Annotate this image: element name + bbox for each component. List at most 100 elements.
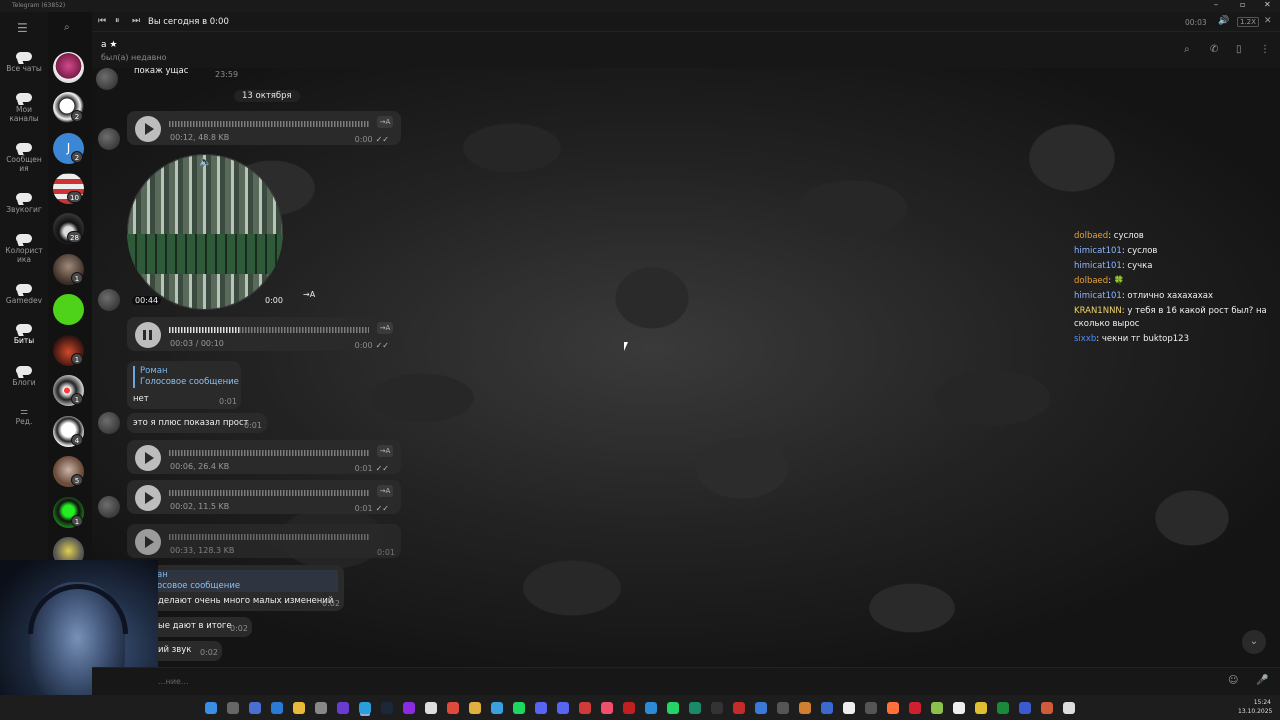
previous-track-icon[interactable]: ⏮	[98, 16, 106, 26]
taskbar-app-icon[interactable]	[821, 702, 833, 714]
taskbar-app-icon[interactable]	[491, 702, 503, 714]
taskbar-app-icon[interactable]	[909, 702, 921, 714]
taskbar-app-icon[interactable]	[1019, 702, 1031, 714]
taskbar-app-icon[interactable]	[799, 702, 811, 714]
next-track-icon[interactable]: ⏭	[132, 16, 140, 26]
waveform[interactable]	[169, 447, 369, 459]
chat-avatar[interactable]	[53, 52, 84, 83]
reply-quote[interactable]: ан осовое сообщение	[152, 570, 338, 592]
taskbar-app-icon[interactable]	[777, 702, 789, 714]
close-player-icon[interactable]: ✕	[1264, 16, 1272, 26]
taskbar-app-icon[interactable]	[579, 702, 591, 714]
search-icon[interactable]: ⌕	[64, 22, 70, 33]
taskbar-search-icon[interactable]	[227, 702, 239, 714]
steam-icon[interactable]	[381, 702, 393, 714]
folder-messages[interactable]: Сообщения	[0, 143, 48, 173]
waveform[interactable]	[169, 118, 369, 130]
transcribe-button[interactable]: →A	[377, 485, 393, 497]
pause-button[interactable]	[135, 322, 161, 348]
volume-icon[interactable]: 🔊	[1218, 16, 1229, 26]
transcribe-button[interactable]: →A	[377, 445, 393, 457]
taskbar-app-icon[interactable]	[557, 702, 569, 714]
folder-my-channels[interactable]: Мои каналы	[0, 93, 48, 123]
taskbar-app-icon[interactable]	[271, 702, 283, 714]
play-button[interactable]	[135, 445, 161, 471]
taskbar-app-icon[interactable]	[403, 702, 415, 714]
folder-sound[interactable]: Звукогиг	[0, 193, 48, 214]
voice-message[interactable]: 00:33, 128.3 KB 0:01	[127, 524, 401, 558]
scroll-down-icon[interactable]: ⌄	[1242, 630, 1266, 654]
folder-gamedev[interactable]: Gamedev	[0, 284, 48, 305]
playback-speed[interactable]: 1.2X	[1237, 17, 1259, 27]
text-message[interactable]: это я плюс показал прост 0:01	[127, 413, 267, 433]
voice-message[interactable]: 00:06, 26.4 KB →A 0:01 ✓✓	[127, 440, 401, 474]
text-message[interactable]: ые дают в итоге 0:02	[152, 617, 252, 637]
play-button[interactable]	[135, 529, 161, 555]
pause-icon[interactable]: ⏸	[115, 16, 120, 26]
reply-quote[interactable]: Роман Голосовое сообщение	[133, 366, 239, 388]
clock-date[interactable]: 13.10.2025	[1238, 708, 1272, 715]
minimize-button[interactable]: –	[1214, 0, 1218, 9]
text-message[interactable]: ий звук 0:02	[152, 641, 222, 661]
chrome-icon[interactable]	[469, 702, 481, 714]
taskbar-app-icon[interactable]	[931, 702, 943, 714]
taskbar-app-icon[interactable]	[997, 702, 1009, 714]
maximize-button[interactable]: ▫	[1240, 0, 1245, 9]
taskbar-app-icon[interactable]	[425, 702, 437, 714]
taskbar-app-icon[interactable]	[249, 702, 261, 714]
voice-message[interactable]: 00:03 / 00:10 →A 0:00 ✓✓	[127, 317, 401, 351]
transcribe-button[interactable]: →A	[300, 290, 319, 299]
taskbar-app-icon[interactable]	[1063, 702, 1075, 714]
sidebar-toggle-icon[interactable]: ▯	[1236, 44, 1242, 55]
music-icon[interactable]	[601, 702, 613, 714]
folder-blogs[interactable]: Блоги	[0, 366, 48, 387]
reply-message[interactable]: ан осовое сообщение делают очень много м…	[152, 565, 344, 611]
folder-coloristics[interactable]: Колористика	[0, 234, 48, 264]
message-input[interactable]: ...ние...	[158, 677, 189, 686]
taskbar-app-icon[interactable]	[337, 702, 349, 714]
transcribe-button[interactable]: →A	[377, 116, 393, 128]
play-button[interactable]	[135, 485, 161, 511]
message-composer[interactable]: ...ние... ☺ 🎤	[92, 667, 1280, 695]
taskbar-app-icon[interactable]	[623, 702, 635, 714]
folder-icon[interactable]	[293, 702, 305, 714]
taskbar-app-icon[interactable]	[733, 702, 745, 714]
terminal-icon[interactable]	[711, 702, 723, 714]
folder-edit[interactable]: ⚌ Ред.	[0, 408, 48, 427]
taskbar-app-icon[interactable]	[1041, 702, 1053, 714]
folder-all-chats[interactable]: Все чаты	[0, 52, 48, 73]
taskbar-app-icon[interactable]	[843, 702, 855, 714]
chat-avatar[interactable]	[53, 294, 84, 325]
taskbar-app-icon[interactable]	[315, 702, 327, 714]
voice-message[interactable]: 00:12, 48.8 KB →A 0:00 ✓✓	[127, 111, 401, 145]
microphone-icon[interactable]: 🎤	[1256, 675, 1268, 686]
reply-message[interactable]: Роман Голосовое сообщение нет 0:01	[127, 361, 241, 409]
waveform[interactable]	[169, 487, 369, 499]
call-icon[interactable]: ✆	[1210, 44, 1218, 55]
waveform[interactable]	[239, 324, 369, 336]
transcribe-button[interactable]: →A	[377, 322, 393, 334]
taskbar-app-icon[interactable]	[953, 702, 965, 714]
taskbar-app-icon[interactable]	[755, 702, 767, 714]
firefox-icon[interactable]	[887, 702, 899, 714]
chat-messages-area[interactable]: покаж ущас 23:59 13 октября 00:12, 48.8 …	[92, 68, 1280, 667]
muted-speaker-icon[interactable]: 🔈	[199, 157, 211, 168]
video-message[interactable]: 🔈	[127, 154, 283, 310]
discord-icon[interactable]	[535, 702, 547, 714]
waveform[interactable]	[169, 531, 369, 543]
yandex-icon[interactable]	[447, 702, 459, 714]
voice-message[interactable]: 00:02, 11.5 KB →A 0:01 ✓✓	[127, 480, 401, 514]
menu-icon[interactable]: ☰	[17, 21, 28, 35]
taskbar-app-icon[interactable]	[865, 702, 877, 714]
chat-header[interactable]: a ★ был(а) недавно ⌕ ✆ ▯ ⋮	[92, 32, 1280, 68]
folder-beats[interactable]: Биты	[0, 324, 48, 345]
search-icon[interactable]: ⌕	[1184, 44, 1190, 55]
taskbar-app-icon[interactable]	[645, 702, 657, 714]
spotify-icon[interactable]	[513, 702, 525, 714]
clock-time[interactable]: 15:24	[1243, 699, 1271, 706]
close-button[interactable]: ✕	[1264, 0, 1271, 9]
player-title[interactable]: Вы сегодня в 0:00	[148, 17, 229, 27]
taskbar-app-icon[interactable]	[975, 702, 987, 714]
play-button[interactable]	[135, 116, 161, 142]
whatsapp-icon[interactable]	[667, 702, 679, 714]
